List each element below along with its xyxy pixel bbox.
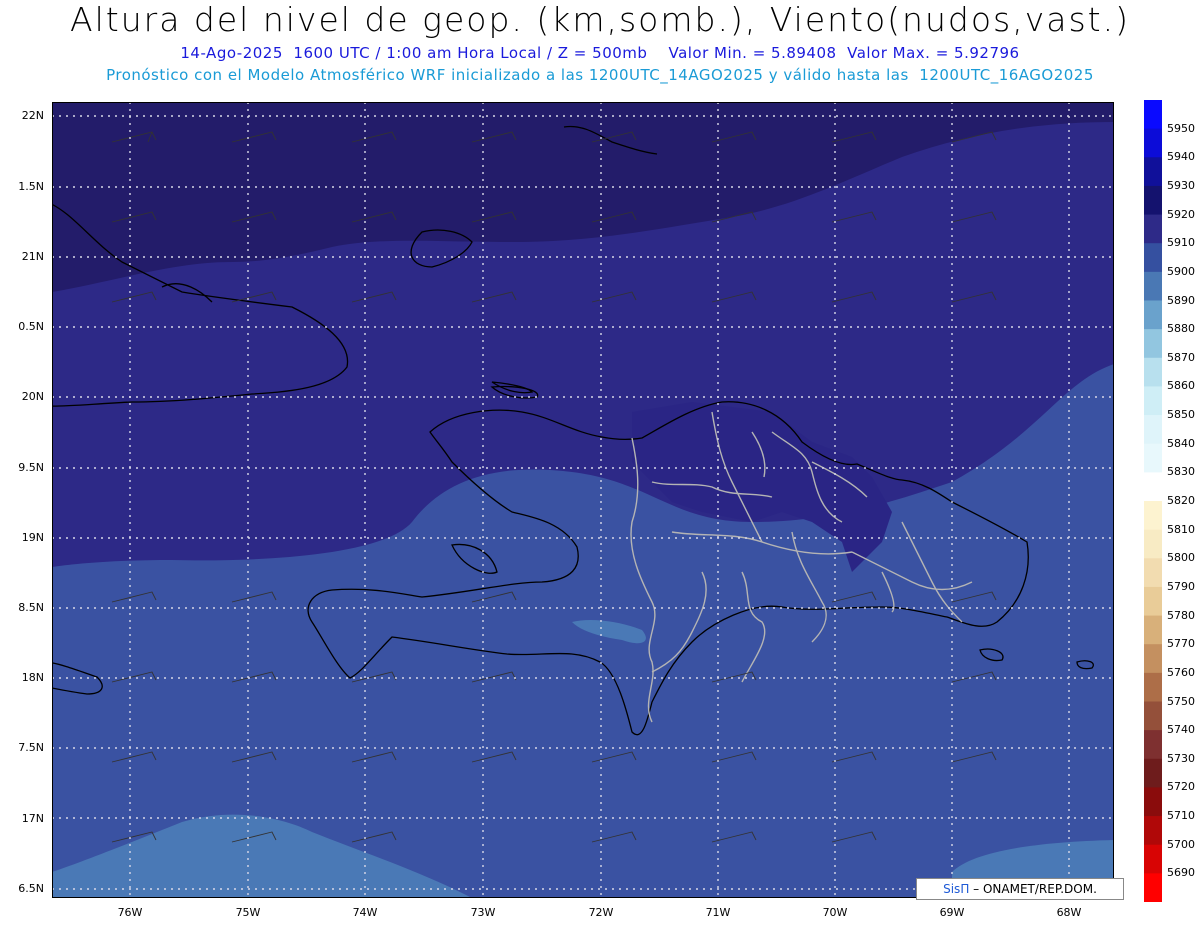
colorbar-swatch xyxy=(1144,472,1162,502)
colorbar-swatch xyxy=(1144,701,1162,731)
lat-label-19n: 19N xyxy=(21,531,44,544)
colorbar-label: 5830 xyxy=(1167,465,1195,479)
colorbar-swatches xyxy=(1144,100,1162,903)
colorbar-label: 5800 xyxy=(1167,551,1195,565)
lat-label-21n: 21N xyxy=(21,250,44,263)
colorbar-label: 5700 xyxy=(1167,837,1195,851)
colorbar-label: 5690 xyxy=(1167,866,1195,880)
lon-label-68w: 68W xyxy=(1056,906,1082,919)
colorbar-label: 5760 xyxy=(1167,665,1195,679)
colorbar-label: 5940 xyxy=(1167,150,1195,164)
colorbar-label: 5780 xyxy=(1167,608,1195,622)
lat-label-18-5n: 8.5N xyxy=(18,601,44,614)
colorbar-swatch xyxy=(1144,787,1162,817)
colorbar-swatch xyxy=(1144,185,1162,216)
colorbar-label: 5750 xyxy=(1167,694,1195,708)
colorbar-swatch xyxy=(1144,558,1162,588)
colorbar-swatch xyxy=(1144,529,1162,559)
colorbar-swatch xyxy=(1144,357,1162,387)
colorbar-label: 5740 xyxy=(1167,723,1195,737)
map-subtitle-time: 14-Ago-2025 1600 UTC / 1:00 am Hora Loca… xyxy=(180,44,1020,62)
colorbar xyxy=(1144,100,1162,903)
colorbar-swatch xyxy=(1144,128,1162,158)
colorbar-swatch xyxy=(1144,100,1162,130)
colorbar-label: 5810 xyxy=(1167,522,1195,536)
colorbar-swatch xyxy=(1144,844,1162,874)
lon-label-69w: 69W xyxy=(939,906,965,919)
credit-text: – ONAMET/REP.DOM. xyxy=(973,882,1097,896)
colorbar-label: 5910 xyxy=(1167,236,1195,250)
lat-label-17n: 17N xyxy=(21,812,44,825)
colorbar-swatch xyxy=(1144,586,1162,617)
colorbar-label: 5880 xyxy=(1167,322,1195,336)
colorbar-swatch xyxy=(1144,157,1162,187)
colorbar-label: 5850 xyxy=(1167,408,1195,422)
colorbar-swatch xyxy=(1144,672,1162,702)
colorbar-swatch xyxy=(1144,501,1162,531)
lon-label-72w: 72W xyxy=(588,906,614,919)
colorbar-label: 5920 xyxy=(1167,207,1195,221)
colorbar-swatch xyxy=(1144,329,1162,359)
colorbar-swatch xyxy=(1144,386,1162,416)
lon-label-70w: 70W xyxy=(822,906,848,919)
lat-label-19-5n: 9.5N xyxy=(18,461,44,474)
colorbar-label: 5950 xyxy=(1167,121,1195,135)
lat-label-21-5n: 1.5N xyxy=(18,180,44,193)
map-canvas xyxy=(52,102,1114,898)
colorbar-swatch xyxy=(1144,816,1162,846)
colorbar-label: 5720 xyxy=(1167,780,1195,794)
colorbar-swatch xyxy=(1144,615,1162,645)
colorbar-swatch xyxy=(1144,243,1162,273)
colorbar-label: 5860 xyxy=(1167,379,1195,393)
lat-label-20-5n: 0.5N xyxy=(18,320,44,333)
colorbar-label: 5930 xyxy=(1167,178,1195,192)
lon-label-75w: 75W xyxy=(235,906,261,919)
lat-label-18n: 18N xyxy=(21,671,44,684)
colorbar-swatch xyxy=(1144,730,1162,760)
colorbar-label: 5730 xyxy=(1167,751,1195,765)
credit-box: SisΠ – ONAMET/REP.DOM. xyxy=(916,878,1124,900)
colorbar-swatch xyxy=(1144,214,1162,244)
colorbar-label: 5890 xyxy=(1167,293,1195,307)
colorbar-swatch xyxy=(1144,644,1162,674)
forecast-map xyxy=(52,102,1114,898)
colorbar-swatch xyxy=(1144,271,1162,301)
lon-label-73w: 73W xyxy=(470,906,496,919)
colorbar-label: 5900 xyxy=(1167,264,1195,278)
credit-brand: SisΠ xyxy=(943,882,970,896)
colorbar-label: 5840 xyxy=(1167,436,1195,450)
lon-label-74w: 74W xyxy=(352,906,378,919)
colorbar-label: 5820 xyxy=(1167,494,1195,507)
map-title: Altura del nivel de geop. (km,somb.), Vi… xyxy=(70,0,1130,39)
colorbar-label: 5710 xyxy=(1167,809,1195,823)
lat-label-16-5n: 6.5N xyxy=(18,882,44,895)
lat-label-17-5n: 7.5N xyxy=(18,741,44,754)
lon-label-71w: 71W xyxy=(705,906,731,919)
colorbar-swatch xyxy=(1144,758,1162,788)
lon-label-76w: 76W xyxy=(117,906,143,919)
lat-label-22n: 22N xyxy=(21,109,44,122)
colorbar-label: 5870 xyxy=(1167,350,1195,364)
colorbar-swatch xyxy=(1144,443,1162,473)
colorbar-label: 5770 xyxy=(1167,637,1195,651)
colorbar-swatch xyxy=(1144,873,1162,903)
lat-label-20n: 20N xyxy=(21,390,44,403)
colorbar-label: 5790 xyxy=(1167,579,1195,593)
colorbar-swatch xyxy=(1144,415,1162,445)
map-subtitle-model: Pronóstico con el Modelo Atmosférico WRF… xyxy=(106,66,1094,84)
colorbar-swatch xyxy=(1144,300,1162,330)
